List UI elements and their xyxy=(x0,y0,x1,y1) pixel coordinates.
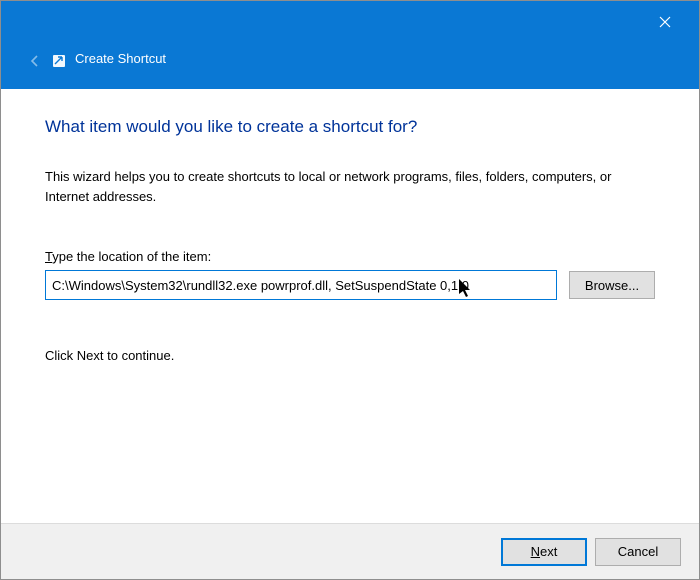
location-label: Type the location of the item: xyxy=(45,249,655,264)
close-button[interactable] xyxy=(645,7,685,37)
back-button xyxy=(25,51,45,71)
continue-text: Click Next to continue. xyxy=(45,348,655,363)
wizard-heading: What item would you like to create a sho… xyxy=(45,117,655,137)
close-icon xyxy=(659,16,671,28)
location-input[interactable] xyxy=(45,270,557,300)
shortcut-icon xyxy=(51,53,67,69)
back-arrow-icon xyxy=(28,54,42,68)
next-button[interactable]: Next xyxy=(501,538,587,566)
content-area: What item would you like to create a sho… xyxy=(1,89,699,523)
window-title: Create Shortcut xyxy=(75,51,166,66)
location-row: Browse... xyxy=(45,270,655,300)
titlebar: Create Shortcut xyxy=(1,1,699,89)
browse-button[interactable]: Browse... xyxy=(569,271,655,299)
footer: Next Cancel xyxy=(1,523,699,579)
wizard-description: This wizard helps you to create shortcut… xyxy=(45,167,655,207)
cancel-button[interactable]: Cancel xyxy=(595,538,681,566)
